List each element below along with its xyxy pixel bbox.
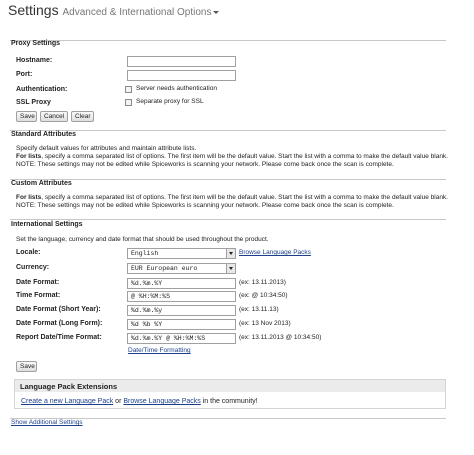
date-time-formatting-link[interactable]: Date/Time Formatting: [128, 347, 191, 354]
options-dropdown-label: Advanced & International Options: [62, 7, 212, 18]
browse-language-packs-link[interactable]: Browse Language Packs: [239, 249, 311, 256]
standard-lists-rest: , specify a comma separated list of opti…: [41, 153, 448, 160]
browse-community-packs-link[interactable]: Browse Language Packs: [123, 398, 200, 405]
date-short-label: Date Format (Short Year):: [16, 306, 101, 313]
date-short-input[interactable]: %d.%m.%y: [127, 305, 236, 316]
international-heading: International Settings: [11, 221, 83, 228]
page-title: Settings Advanced & International Option…: [8, 2, 220, 18]
port-label: Port:: [16, 71, 33, 78]
separate-ssl-checkbox[interactable]: [125, 99, 132, 106]
standard-lists-bold: For lists: [16, 153, 42, 160]
server-auth-checkbox[interactable]: [125, 86, 132, 93]
international-intro: Set the language, currency and date form…: [16, 236, 269, 243]
report-format-example: (ex: 13.11.2013 @ 10:34:50): [239, 334, 322, 341]
custom-lists-bold: For lists: [16, 194, 42, 201]
hostname-label: Hostname:: [16, 57, 53, 64]
caret-down-icon: [213, 10, 220, 14]
dropdown-arrow-icon[interactable]: [226, 264, 235, 273]
proxy-cancel-button[interactable]: Cancel: [40, 111, 68, 122]
show-additional-settings-link[interactable]: Show Additional Settings: [11, 419, 83, 426]
standard-desc: Specify default values for attributes an…: [16, 145, 197, 152]
proxy-divider: [10, 40, 446, 41]
extensions-tail: in the community!: [200, 398, 258, 405]
currency-label: Currency:: [16, 264, 50, 271]
custom-lists-rest: , specify a comma separated list of opti…: [41, 194, 448, 201]
currency-value: EUR European euro: [131, 265, 198, 272]
port-input[interactable]: [127, 70, 236, 81]
locale-select[interactable]: English: [127, 248, 236, 259]
options-dropdown[interactable]: Advanced & International Options: [62, 7, 220, 18]
custom-scan-note: NOTE: These settings may not be edited w…: [16, 202, 394, 209]
international-divider: [10, 219, 446, 220]
date-long-example: (ex: 13 Nov 2013): [239, 320, 291, 327]
custom-lists-note: For lists, specify a comma separated lis…: [16, 194, 448, 201]
proxy-save-button[interactable]: Save: [16, 111, 37, 122]
report-format-label: Report Date/Time Format:: [16, 334, 102, 341]
time-format-example: (ex: @ 10:34:50): [239, 292, 288, 299]
separate-ssl-text: Separate proxy for SSL: [136, 98, 204, 105]
page-title-text: Settings: [8, 2, 59, 18]
ssl-proxy-label: SSL Proxy: [16, 99, 51, 106]
standard-lists-note: For lists, specify a comma separated lis…: [16, 153, 448, 160]
international-save-button[interactable]: Save: [16, 361, 37, 372]
report-format-input[interactable]: %d.%m.%Y @ %H:%M:%S: [127, 333, 236, 344]
hostname-input[interactable]: [127, 56, 236, 67]
extensions-text: Create a new Language Pack or Browse Lan…: [21, 398, 258, 405]
create-language-pack-link[interactable]: Create a new Language Pack: [21, 398, 113, 405]
locale-value: English: [131, 250, 159, 257]
time-format-input[interactable]: @ %H:%M:%S: [127, 291, 236, 302]
date-format-label: Date Format:: [16, 279, 60, 286]
custom-divider: [10, 179, 446, 180]
date-short-example: (ex: 13.11.13): [239, 306, 279, 313]
language-pack-extensions-panel: Language Pack Extensions Create a new La…: [14, 379, 446, 409]
time-format-label: Time Format:: [16, 292, 61, 299]
date-long-label: Date Format (Long Form):: [16, 320, 103, 327]
date-format-input[interactable]: %d.%m.%Y: [127, 278, 236, 289]
extensions-heading: Language Pack Extensions: [15, 380, 445, 392]
currency-select[interactable]: EUR European euro: [127, 263, 236, 274]
dropdown-arrow-icon[interactable]: [226, 249, 235, 258]
extensions-or: or: [113, 398, 124, 405]
authentication-label: Authentication:: [16, 86, 68, 93]
standard-heading: Standard Attributes: [11, 131, 77, 138]
custom-heading: Custom Attributes: [11, 180, 72, 187]
date-long-input[interactable]: %d %b %Y: [127, 319, 236, 330]
proxy-clear-button[interactable]: Clear: [71, 111, 94, 122]
locale-label: Locale:: [16, 249, 41, 256]
server-auth-text: Server needs authentication: [136, 85, 217, 92]
standard-scan-note: NOTE: These settings may not be edited w…: [16, 161, 394, 168]
proxy-heading: Proxy Settings: [11, 40, 61, 47]
date-format-example: (ex: 13.11.2013): [239, 279, 286, 286]
